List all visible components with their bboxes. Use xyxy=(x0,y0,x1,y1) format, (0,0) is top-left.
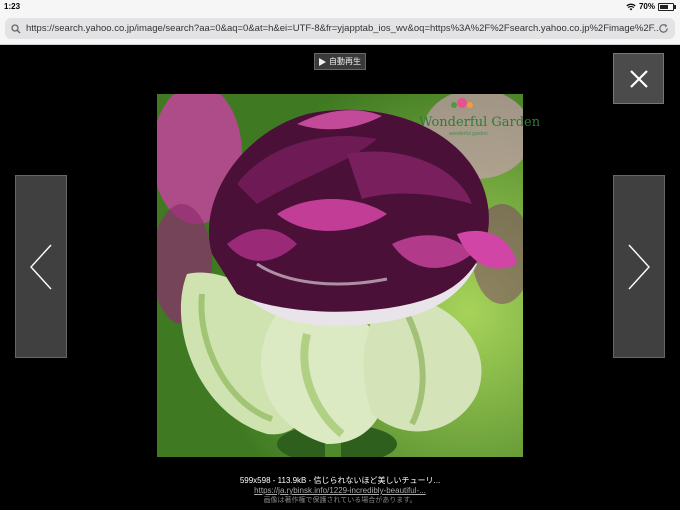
url-text: https://search.yahoo.co.jp/image/search?… xyxy=(26,23,658,34)
chevron-right-icon xyxy=(628,244,650,289)
search-icon xyxy=(11,23,21,33)
close-button[interactable] xyxy=(613,53,664,104)
copyright-note: 画像は著作権で保護されている場合があります。 xyxy=(263,497,417,504)
watermark-subtext: wonderful garden xyxy=(449,131,488,137)
close-icon xyxy=(629,69,648,88)
source-link[interactable]: https://ja.rybinsk.info/1229-incredibly-… xyxy=(0,486,680,496)
image-info: 599x598 - 113.9kB - 信じられないほど美しいチューリ... h… xyxy=(0,476,680,506)
address-bar[interactable]: https://search.yahoo.co.jp/image/search?… xyxy=(5,18,675,39)
status-right: 70% xyxy=(626,2,676,11)
play-icon xyxy=(319,57,326,66)
reload-icon[interactable] xyxy=(658,23,669,34)
battery-icon xyxy=(658,2,676,11)
status-time: 1:23 xyxy=(4,2,21,11)
previous-image-button[interactable] xyxy=(15,175,67,358)
watermark-text: Wonderful Garden xyxy=(419,115,541,130)
autoplay-label: 自動再生 xyxy=(329,57,361,66)
browser-toolbar: https://search.yahoo.co.jp/image/search?… xyxy=(0,14,680,45)
image-meta: 599x598 - 113.9kB - 信じられないほど美しいチューリ... xyxy=(239,476,441,485)
battery-percent: 70% xyxy=(638,2,655,11)
next-image-button[interactable] xyxy=(613,175,665,358)
autoplay-button[interactable]: 自動再生 xyxy=(314,53,366,70)
tulip-photo xyxy=(157,94,523,457)
wifi-icon xyxy=(626,3,636,10)
main-image[interactable]: Wonderful Garden wonderful garden xyxy=(157,94,540,457)
chevron-left-icon xyxy=(30,244,52,289)
status-bar: 1:23 70% xyxy=(0,0,680,14)
